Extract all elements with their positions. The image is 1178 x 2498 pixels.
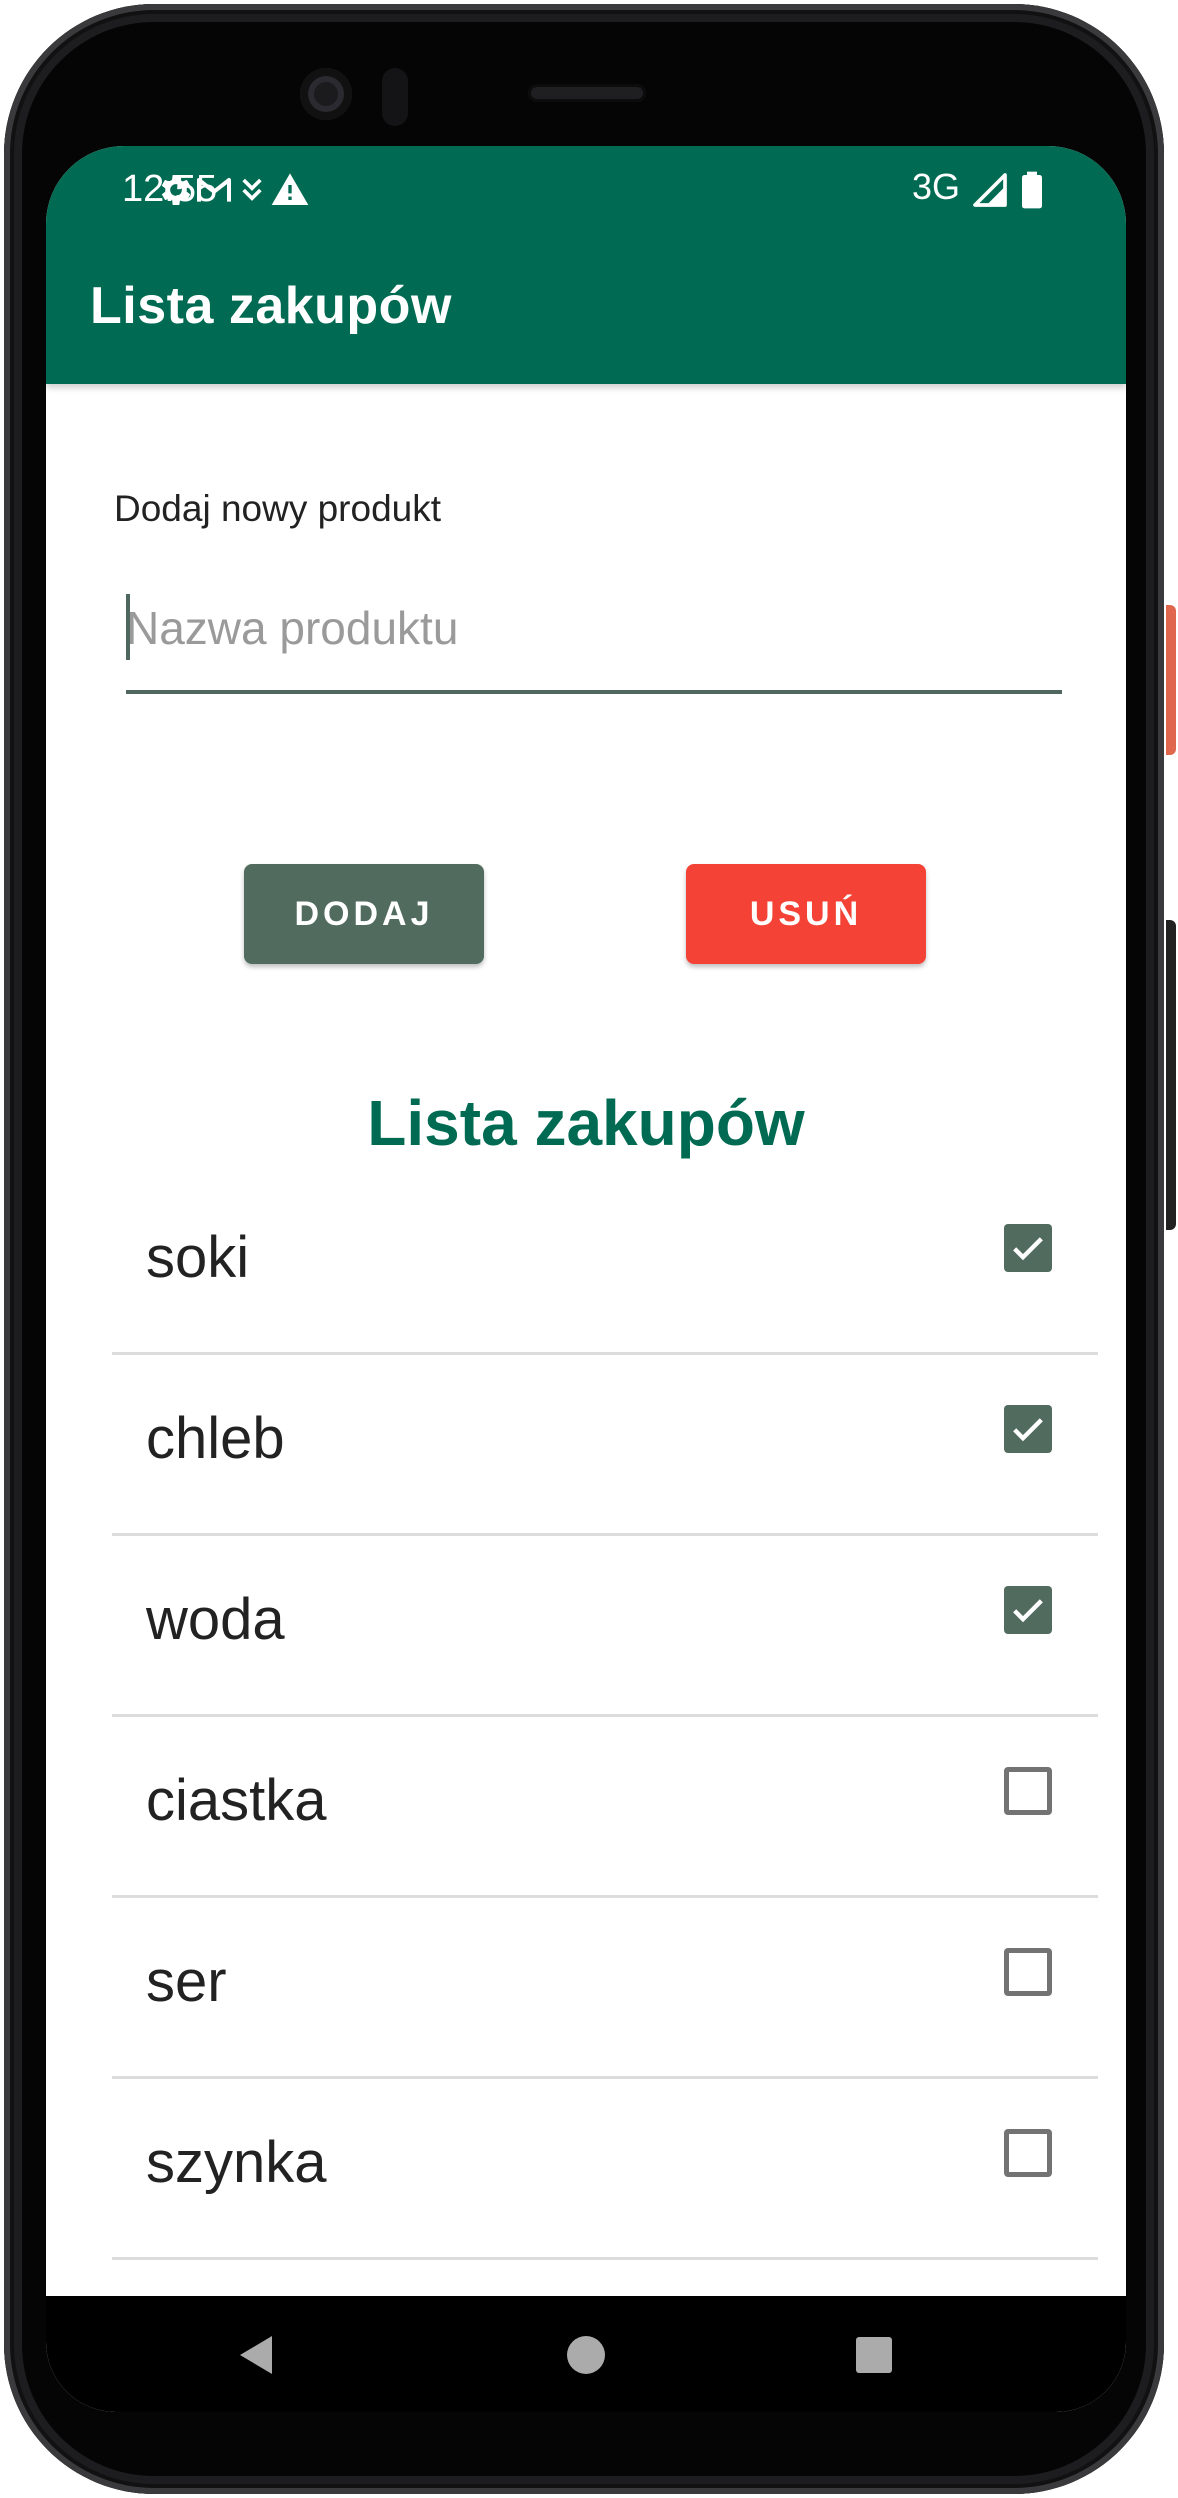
signal-icon	[973, 173, 1007, 207]
list-item[interactable]: szynka	[112, 2079, 1098, 2260]
item-checkbox[interactable]	[1004, 1948, 1052, 1996]
item-checkbox[interactable]	[1004, 2129, 1052, 2177]
front-camera	[300, 68, 352, 120]
item-label: szynka	[146, 2130, 327, 2195]
list-item[interactable]: ciastka	[112, 1717, 1098, 1898]
item-label: ser	[146, 1949, 227, 2014]
volume-button	[1166, 920, 1176, 1230]
shopping-list: soki chleb woda ciastka ser szynka	[112, 1174, 1098, 2260]
app-bar: Lista zakupów	[46, 236, 1126, 384]
screen: 12:55 3G Lista	[46, 146, 1126, 2412]
item-checkbox[interactable]	[1004, 1767, 1052, 1815]
app-title: Lista zakupów	[90, 277, 452, 335]
list-item[interactable]: ser	[112, 1898, 1098, 2079]
list-item[interactable]: chleb	[112, 1355, 1098, 1536]
battery-icon	[1022, 171, 1042, 209]
network-type: 3G	[912, 166, 961, 207]
proximity-sensor	[382, 68, 408, 126]
status-bar: 12:55 3G	[46, 146, 1126, 236]
list-title: Lista zakupów	[367, 1087, 805, 1159]
text-cursor	[126, 594, 130, 660]
home-icon[interactable]	[546, 2296, 626, 2412]
earpiece-speaker	[528, 84, 646, 102]
usb-debug-icon	[242, 178, 262, 201]
navigation-bar	[46, 2296, 1126, 2412]
list-item[interactable]: soki	[112, 1174, 1098, 1355]
item-label: ciastka	[146, 1768, 327, 1833]
check-icon	[1013, 1599, 1043, 1623]
warning-icon	[271, 173, 309, 205]
settings-icon	[161, 175, 191, 205]
add-product-label: Dodaj nowy produkt	[114, 488, 442, 529]
check-icon	[1013, 1418, 1043, 1442]
add-button[interactable]: DODAJ	[244, 864, 484, 964]
item-checkbox[interactable]	[1004, 1586, 1052, 1634]
item-checkbox[interactable]	[1004, 1405, 1052, 1453]
device-frame: 12:55 3G Lista	[0, 0, 1178, 2498]
back-icon[interactable]	[218, 2296, 298, 2412]
product-name-input[interactable]	[126, 566, 1062, 690]
remove-button[interactable]: USUŃ	[686, 864, 926, 964]
power-button	[1166, 605, 1176, 755]
item-label: woda	[146, 1587, 285, 1652]
check-icon	[1013, 1237, 1043, 1261]
gmail-icon	[197, 178, 231, 202]
item-checkbox[interactable]	[1004, 1224, 1052, 1272]
recents-icon[interactable]	[834, 2296, 914, 2412]
item-label: soki	[146, 1225, 250, 1290]
list-item[interactable]: woda	[112, 1536, 1098, 1717]
product-name-field	[126, 566, 1062, 694]
item-label: chleb	[146, 1406, 285, 1471]
